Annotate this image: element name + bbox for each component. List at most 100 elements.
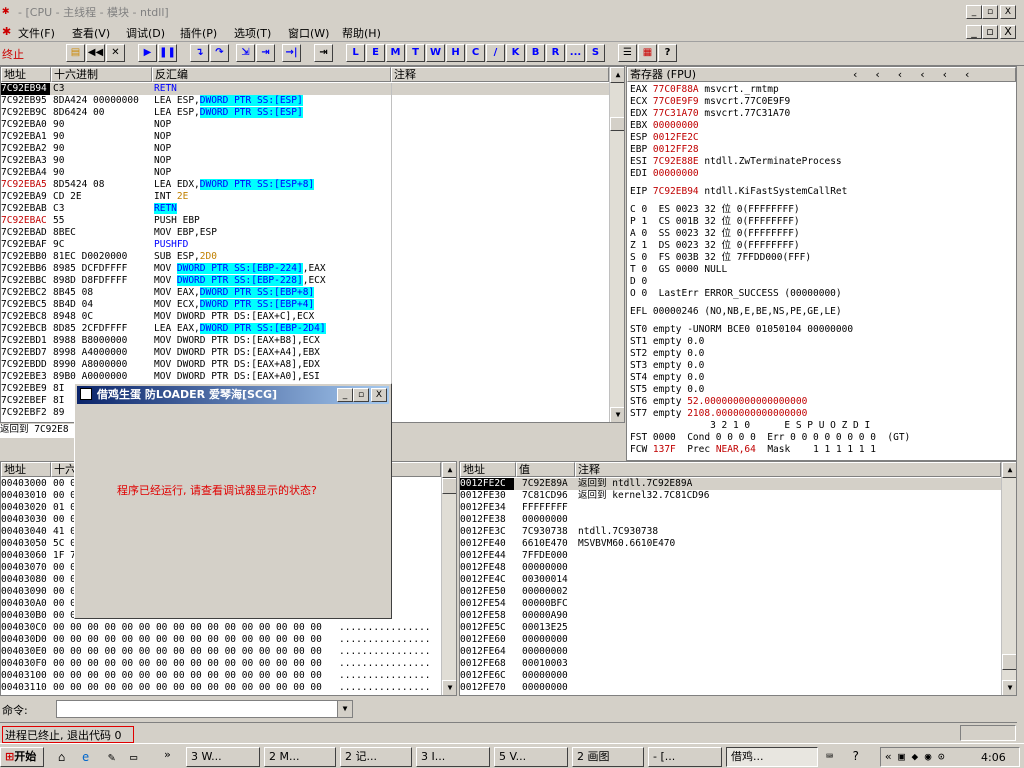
run-icon[interactable]: ▶ bbox=[138, 44, 157, 62]
register-line[interactable]: FCW 137F Prec NEAR,64 Mask 1 1 1 1 1 1 bbox=[630, 444, 1015, 456]
col-hex-header[interactable]: 十六进制 bbox=[51, 67, 152, 82]
task-ie[interactable]: 3 I... bbox=[416, 747, 490, 767]
close-button[interactable]: X bbox=[1000, 5, 1016, 19]
stack-row[interactable]: 0012FE30 7C81CD96 返回到 kernel32.7C81CD96 bbox=[460, 490, 1001, 502]
stack-scroll-up-icon[interactable]: ▲ bbox=[1002, 462, 1016, 478]
appearance-icon[interactable]: ▦ bbox=[638, 44, 657, 62]
register-line[interactable]: FST 0000 Cond 0 0 0 0 Err 0 0 0 0 0 0 0 … bbox=[630, 432, 1015, 444]
stack-comment-header[interactable]: 注释 bbox=[575, 462, 1001, 477]
pause-icon[interactable]: ❚❚ bbox=[158, 44, 177, 62]
menu-debug[interactable]: 调试(D) bbox=[126, 25, 165, 41]
scroll-up-icon[interactable]: ▲ bbox=[610, 67, 624, 83]
open-icon[interactable]: ▤ bbox=[66, 44, 85, 62]
help-tray-icon[interactable]: ? bbox=[852, 749, 859, 763]
col-addr-header[interactable]: 地址 bbox=[1, 67, 51, 82]
minimize-button[interactable]: _ bbox=[966, 5, 982, 19]
disasm-rows[interactable]: 7C92EB94 C3 RETN 7C92EB95 8DA424 00000000 LEA… bbox=[1, 83, 609, 422]
stack-val-header[interactable]: 值 bbox=[516, 462, 575, 477]
register-line[interactable]: 3 2 1 0 E S P U O Z D I bbox=[630, 420, 1015, 432]
register-line[interactable]: EBX 00000000 bbox=[630, 120, 1015, 132]
register-line[interactable]: EDX 77C31A70 msvcrt.77C31A70 bbox=[630, 108, 1015, 120]
dump-row[interactable]: 00403100 00 00 00 00 00 00 00 00 00 00 00… bbox=[1, 670, 441, 682]
disasm-row[interactable]: 7C92EBA9 CD 2E INT 2E bbox=[1, 191, 609, 203]
dialog-minimize-button[interactable]: _ bbox=[337, 388, 353, 402]
rewind-icon[interactable]: ◀◀ bbox=[86, 44, 105, 62]
register-line[interactable]: EBP 0012FF28 bbox=[630, 144, 1015, 156]
dialog-close-button[interactable]: X bbox=[371, 388, 387, 402]
task-word[interactable]: 2 M... bbox=[264, 747, 336, 767]
register-line[interactable]: P 1 CS 001B 32 位 0(FFFFFFFF) bbox=[630, 216, 1015, 228]
disasm-row[interactable]: 7C92EBC5 8B4D 04 MOV ECX,DWORD PTR SS:[EBP… bbox=[1, 299, 609, 311]
child-restore-button[interactable]: ▫ bbox=[982, 25, 998, 39]
tray-icons[interactable]: « ▣ ◆ ◉ ⊙ bbox=[885, 750, 945, 763]
stack-row[interactable]: 0012FE5C 00013E25 bbox=[460, 622, 1001, 634]
registers-nav-icons[interactable]: ‹‹‹‹‹‹ bbox=[853, 68, 987, 81]
menu-view[interactable]: 查看(V) bbox=[72, 25, 110, 41]
disasm-row[interactable]: 7C92EBB0 81EC D0020000 SUB ESP,2D0 bbox=[1, 251, 609, 263]
toolbar-E[interactable]: E bbox=[366, 44, 385, 62]
register-line[interactable]: ST5 empty 0.0 bbox=[630, 384, 1015, 396]
register-line[interactable]: ST0 empty -UNORM BCE0 01050104 00000000 bbox=[630, 324, 1015, 336]
command-input[interactable]: ▼ bbox=[56, 700, 353, 718]
disasm-row[interactable]: 7C92EBCB 8D85 2CFDFFFF LEA EAX,DWORD PTR S… bbox=[1, 323, 609, 335]
register-line[interactable]: EDI 00000000 bbox=[630, 168, 1015, 180]
toolbar-W[interactable]: W bbox=[426, 44, 445, 62]
register-line[interactable]: D 0 bbox=[630, 276, 1015, 288]
dump-scroll-thumb[interactable] bbox=[442, 478, 456, 494]
more-icon[interactable]: » bbox=[164, 748, 171, 761]
register-line[interactable]: ST3 empty 0.0 bbox=[630, 360, 1015, 372]
stack-row[interactable]: 0012FE60 00000000 bbox=[460, 634, 1001, 646]
disasm-row[interactable]: 7C92EB94 C3 RETN bbox=[1, 83, 609, 95]
disasm-row[interactable]: 7C92EBBC 898D D8FDFFFF MOV DWORD PTR SS:[E… bbox=[1, 275, 609, 287]
task-notepad[interactable]: 2 记... bbox=[340, 747, 412, 767]
dump-scroll-up-icon[interactable]: ▲ bbox=[442, 462, 456, 478]
task-dialog[interactable]: 借鸡... bbox=[726, 747, 818, 767]
dump-row[interactable]: 004030C0 00 00 00 00 00 00 00 00 00 00 00… bbox=[1, 622, 441, 634]
register-line[interactable]: Z 1 DS 0023 32 位 0(FFFFFFFF) bbox=[630, 240, 1015, 252]
stack-row[interactable]: 0012FE50 00000002 bbox=[460, 586, 1001, 598]
dump-row[interactable]: 004030F0 00 00 00 00 00 00 00 00 00 00 00… bbox=[1, 658, 441, 670]
register-line[interactable]: ST4 empty 0.0 bbox=[630, 372, 1015, 384]
step-over-icon[interactable]: ↷ bbox=[210, 44, 229, 62]
disasm-row[interactable]: 7C92EBA4 90 NOP bbox=[1, 167, 609, 179]
child-minimize-button[interactable]: _ bbox=[966, 25, 982, 39]
toolbar-dots[interactable]: ... bbox=[566, 44, 585, 62]
app-icon[interactable]: ✱ bbox=[2, 3, 16, 17]
ie-icon[interactable]: e bbox=[82, 750, 89, 764]
dump-row[interactable]: 00403110 00 00 00 00 00 00 00 00 00 00 00… bbox=[1, 682, 441, 694]
app-menu-icon[interactable]: ✱ bbox=[2, 25, 11, 38]
stack-row[interactable]: 0012FE2C 7C92E89A 返回到 ntdll.7C92E89A bbox=[460, 478, 1001, 490]
cpu-scrollbar[interactable]: ▲ ▼ bbox=[609, 67, 624, 422]
disasm-row[interactable]: 7C92EBA1 90 NOP bbox=[1, 131, 609, 143]
register-line[interactable]: EAX 77C0F88A msvcrt._rmtmp bbox=[630, 84, 1015, 96]
register-line[interactable]: T 0 GS 0000 NULL bbox=[630, 264, 1015, 276]
task-ollydbg[interactable]: - [... bbox=[648, 747, 722, 767]
menu-help[interactable]: 帮助(H) bbox=[342, 25, 381, 41]
register-line[interactable]: C 0 ES 0023 32 位 0(FFFFFFFF) bbox=[630, 204, 1015, 216]
disasm-row[interactable]: 7C92EBB6 8985 DCFDFFFF MOV DWORD PTR SS:[E… bbox=[1, 263, 609, 275]
stack-row[interactable]: 0012FE3C 7C930738 ntdll.7C930738 bbox=[460, 526, 1001, 538]
help-icon[interactable]: ? bbox=[658, 44, 677, 62]
toolbar-B[interactable]: B bbox=[526, 44, 545, 62]
toolbar-R[interactable]: R bbox=[546, 44, 565, 62]
stack-row[interactable]: 0012FE44 7FFDE000 bbox=[460, 550, 1001, 562]
menu-options[interactable]: 选项(T) bbox=[234, 25, 271, 41]
register-line[interactable]: ST7 empty 2108.0000000000000000 bbox=[630, 408, 1015, 420]
register-lines[interactable]: EAX 77C0F88A msvcrt._rmtmp ECX 77C0E9F9 m… bbox=[630, 84, 1015, 456]
register-line[interactable]: O 0 LastErr ERROR_SUCCESS (00000000) bbox=[630, 288, 1015, 300]
stack-row[interactable]: 0012FE54 00000BFC bbox=[460, 598, 1001, 610]
disasm-row[interactable]: 7C92EB9C 8D6424 00 LEA ESP,DWORD PTR SS:[E… bbox=[1, 107, 609, 119]
disasm-row[interactable]: 7C92EB95 8DA424 00000000 LEA ESP,DWORD PTR… bbox=[1, 95, 609, 107]
goto-icon[interactable]: ⇥ bbox=[314, 44, 333, 62]
toolbar-T[interactable]: T bbox=[406, 44, 425, 62]
dialog-maximize-button[interactable]: ▫ bbox=[353, 388, 369, 402]
toolbar-S[interactable]: S bbox=[586, 44, 605, 62]
disasm-row[interactable]: 7C92EBAD 8BEC MOV EBP,ESP bbox=[1, 227, 609, 239]
task-vb[interactable]: 5 V... bbox=[494, 747, 568, 767]
close-process-icon[interactable]: ✕ bbox=[106, 44, 125, 62]
disasm-row[interactable]: 7C92EBA5 8D5424 08 LEA EDX,DWORD PTR SS:[E… bbox=[1, 179, 609, 191]
stack-scroll-thumb[interactable] bbox=[1002, 654, 1016, 670]
stack-row[interactable]: 0012FE38 00000000 bbox=[460, 514, 1001, 526]
command-dropdown-icon[interactable]: ▼ bbox=[337, 701, 352, 717]
disasm-row[interactable]: 7C92EBAF 9C PUSHFD bbox=[1, 239, 609, 251]
